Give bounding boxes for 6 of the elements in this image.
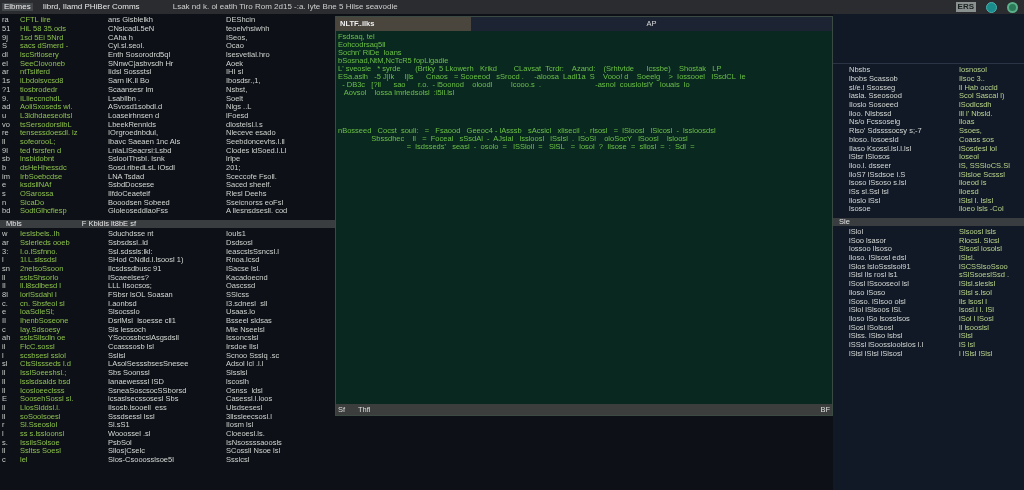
menu-title: Iibrd, Ilamd PHiBer Comms [42,3,141,11]
status-icon[interactable] [1007,1,1018,13]
status-icon[interactable] [986,1,997,13]
status-text: Lsak nd k. ol eatlh Tiro Rom 2d15 -:a. lyte Bne 5 Hilse seavodie [172,3,398,11]
status-badge: ERS [955,2,976,12]
app-title: Elbmes [2,3,33,11]
